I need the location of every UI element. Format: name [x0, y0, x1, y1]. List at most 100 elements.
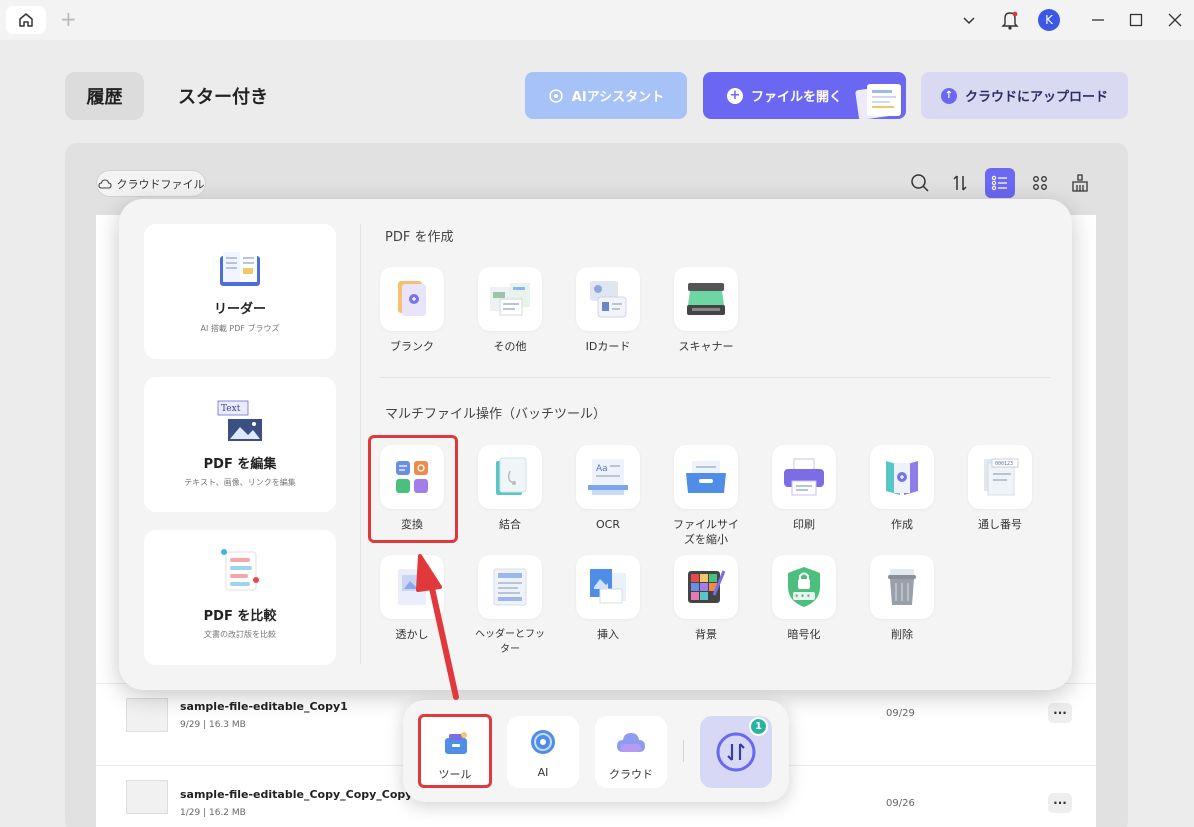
file-name: sample-file-editable_Copy_Copy_Copy: [180, 788, 413, 801]
dock-separator: [683, 740, 684, 762]
tool-ocr[interactable]: Aa OCR: [573, 445, 643, 532]
tab-starred-label: スター付き: [178, 87, 268, 108]
upload-arrow-icon: ↑: [940, 87, 957, 104]
header-footer-icon: [493, 568, 527, 606]
batch-section-title: マルチファイル操作（バッチツール）: [385, 407, 607, 422]
edit-pdf-card[interactable]: Text PDF を編集 テキスト、画像、リンクを編集: [144, 377, 336, 512]
cloud-upload-label: クラウドにアップロード: [964, 90, 1108, 105]
file-thumbnail: [126, 698, 168, 732]
cloud-icon: [617, 733, 645, 752]
ai-orb-icon: [531, 730, 555, 754]
tool-create[interactable]: 作成: [867, 445, 937, 532]
file-date: 09/29: [886, 708, 915, 719]
tool-other-label: その他: [493, 340, 527, 353]
ocr-icon: Aa: [588, 459, 628, 495]
compress-icon: [686, 461, 726, 493]
more-options-button[interactable]: ···: [1048, 703, 1072, 723]
create-pdf-icon: [886, 461, 918, 495]
bell-icon[interactable]: [998, 8, 1022, 32]
other-docs-icon: [490, 283, 530, 316]
compare-pdf-card[interactable]: PDF を比較 文書の改訂版を比較: [144, 530, 336, 665]
tool-watermark[interactable]: 透かし: [377, 555, 447, 642]
home-tab[interactable]: [6, 6, 46, 34]
insert-page-icon: [590, 569, 626, 604]
svg-text:000123: 000123: [995, 461, 1013, 467]
highlight-box-convert: [368, 435, 458, 543]
minimize-button[interactable]: [1088, 8, 1108, 32]
tool-other[interactable]: その他: [475, 267, 545, 354]
tool-background-label: 背景: [695, 628, 717, 641]
dock-ai-button[interactable]: AI: [507, 716, 579, 788]
avatar-initial: K: [1038, 9, 1060, 31]
id-card-icon: [590, 281, 627, 318]
grid-view-icon[interactable]: [1025, 168, 1055, 198]
tool-merge-label: 結合: [499, 518, 521, 531]
tool-idcard[interactable]: IDカード: [573, 267, 643, 354]
new-tab-button[interactable]: +: [60, 9, 77, 29]
edit-text-icon: Text: [217, 400, 262, 441]
tab-history[interactable]: 履歴: [65, 72, 144, 120]
tool-idcard-label: IDカード: [585, 340, 631, 353]
tool-blank[interactable]: ブランク: [377, 267, 447, 354]
highlight-box-tool: [418, 714, 492, 788]
maximize-button[interactable]: [1126, 8, 1146, 32]
tool-delete[interactable]: 削除: [867, 555, 937, 642]
merge-icon: [496, 457, 527, 495]
list-view-icon[interactable]: [985, 168, 1015, 198]
dock-ai-label: AI: [537, 766, 549, 779]
tool-insert[interactable]: 挿入: [573, 555, 643, 642]
reader-subtitle: AI 搭載 PDF ブラウズ: [200, 324, 280, 333]
tool-bates[interactable]: 000123 通し番号: [965, 445, 1035, 532]
file-date: 09/26: [886, 798, 915, 809]
file-name: sample-file-editable_Copy1: [180, 700, 348, 713]
tool-compress-label: ファイルサイズを縮小: [673, 518, 739, 546]
tool-encrypt[interactable]: * * * 暗号化: [769, 555, 839, 642]
sort-icon[interactable]: [945, 168, 975, 198]
clean-broom-icon[interactable]: [1065, 168, 1095, 198]
tool-scanner-label: スキャナー: [678, 340, 734, 353]
compare-pdf-title: PDF を比較: [203, 609, 277, 624]
tool-header-footer[interactable]: ヘッダーとフッター: [475, 555, 545, 657]
notification-badge: 1: [749, 717, 768, 736]
cloud-upload-button[interactable]: ↑ クラウドにアップロード: [921, 72, 1128, 119]
tool-insert-label: 挿入: [597, 628, 619, 641]
trash-can-icon: [888, 569, 916, 605]
chevron-down-icon[interactable]: [958, 8, 980, 32]
search-icon[interactable]: [905, 168, 935, 198]
reader-title: リーダー: [213, 302, 266, 317]
title-bar: + K: [0, 0, 1194, 40]
open-file-button[interactable]: + ファイルを開く: [703, 72, 906, 119]
dock-cloud-label: クラウド: [609, 768, 653, 781]
close-button[interactable]: [1165, 8, 1185, 32]
tool-watermark-label: 透かし: [395, 628, 429, 641]
tool-print[interactable]: 印刷: [769, 445, 839, 532]
user-avatar[interactable]: K: [1037, 8, 1061, 32]
printer-icon: [784, 458, 824, 496]
cloud-icon: [97, 178, 112, 189]
ai-assistant-button[interactable]: AIアシスタント: [525, 72, 687, 119]
create-section-title: PDF を作成: [385, 230, 454, 245]
tab-starred[interactable]: スター付き: [178, 72, 268, 120]
tool-scanner[interactable]: スキャナー: [671, 267, 741, 354]
dock-cloud-button[interactable]: クラウド: [595, 716, 667, 788]
tool-encrypt-label: 暗号化: [787, 628, 821, 641]
file-thumbnail: [126, 780, 168, 814]
cloud-files-chip[interactable]: クラウドファイル: [96, 170, 206, 197]
more-options-button[interactable]: ···: [1048, 793, 1072, 813]
compare-icon: [221, 549, 259, 591]
tab-history-label: 履歴: [86, 87, 123, 108]
reader-card[interactable]: リーダー AI 搭載 PDF ブラウズ: [144, 224, 336, 359]
tool-background[interactable]: 背景: [671, 555, 741, 642]
tool-blank-label: ブランク: [390, 340, 434, 353]
sync-icon: [716, 732, 756, 772]
edit-pdf-title: PDF を編集: [203, 457, 277, 472]
tool-compress[interactable]: ファイルサイズを縮小: [671, 445, 741, 547]
documents-illustration-icon: [855, 84, 901, 119]
scanner-icon: [687, 283, 725, 315]
plus-icon: +: [727, 87, 743, 104]
blank-page-icon: [398, 281, 426, 316]
popup-vertical-divider: [360, 224, 361, 664]
popup-horizontal-divider: [380, 377, 1050, 378]
tool-merge[interactable]: 結合: [475, 445, 545, 532]
edit-text-icon-text: Text: [221, 404, 241, 414]
